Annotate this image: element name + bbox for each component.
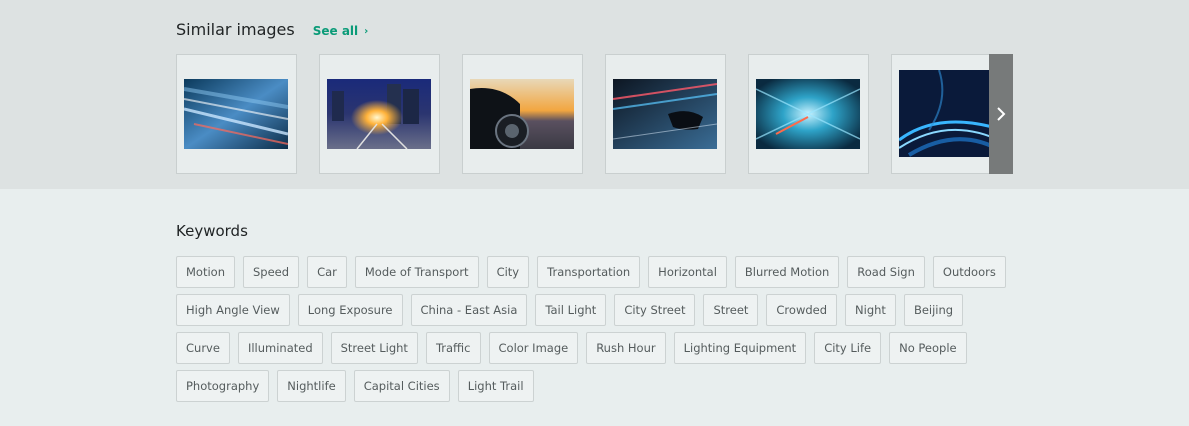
carousel-next-button[interactable]	[989, 54, 1013, 174]
keyword-chip[interactable]: Photography	[176, 370, 270, 402]
keyword-chip[interactable]: Night	[845, 294, 896, 326]
thumbnail-4[interactable]	[605, 54, 726, 174]
similar-images-header: Similar images See all ›	[176, 20, 368, 39]
keyword-chip[interactable]: City Life	[814, 332, 882, 364]
keyword-chip[interactable]: Tail Light	[535, 294, 607, 326]
highway-traffic-motion-image	[184, 79, 288, 149]
keyword-chip[interactable]: Transportation	[537, 256, 641, 288]
see-all-link[interactable]: See all ›	[313, 24, 369, 38]
thumbnail-1[interactable]	[176, 54, 297, 174]
keyword-chip[interactable]: High Angle View	[176, 294, 290, 326]
keyword-chip[interactable]: Lighting Equipment	[673, 332, 807, 364]
keyword-chip[interactable]: Light Trail	[457, 370, 534, 402]
keyword-chip[interactable]: Illuminated	[237, 332, 323, 364]
keyword-chip[interactable]: Speed	[243, 256, 300, 288]
see-all-label: See all	[312, 24, 359, 38]
keyword-chip[interactable]: Mode of Transport	[354, 256, 479, 288]
thumbnail-2[interactable]	[319, 54, 440, 174]
city-street-headlight-image	[327, 79, 431, 149]
keyword-chip[interactable]: Traffic	[425, 332, 481, 364]
keywords-title: Keywords	[176, 222, 248, 240]
keyword-chip[interactable]: Blurred Motion	[734, 256, 840, 288]
similar-images-section: Similar images See all ›	[0, 0, 1189, 189]
keyword-chip[interactable]: Street	[703, 294, 759, 326]
keyword-chip[interactable]: Road Sign	[847, 256, 925, 288]
keyword-chip[interactable]: Motion	[176, 256, 235, 288]
keyword-chip[interactable]: Crowded	[766, 294, 838, 326]
similar-images-title: Similar images	[176, 20, 295, 39]
similar-images-carousel	[176, 54, 1013, 174]
thumbnail-3[interactable]	[462, 54, 583, 174]
blue-light-trail-curve-image	[899, 70, 1003, 157]
keyword-chip[interactable]: Beijing	[903, 294, 964, 326]
keyword-chip[interactable]: Horizontal	[648, 256, 727, 288]
keyword-chip[interactable]: City	[486, 256, 530, 288]
keyword-chip[interactable]: No People	[889, 332, 967, 364]
chevron-right-icon: ›	[364, 25, 369, 37]
thumbnail-5[interactable]	[748, 54, 869, 174]
car-mirror-night-image	[613, 79, 717, 149]
keyword-chip[interactable]: Street Light	[330, 332, 418, 364]
tunnel-light-trail-image	[756, 79, 860, 149]
keyword-chip[interactable]: Long Exposure	[297, 294, 403, 326]
chevron-right-icon	[997, 107, 1006, 121]
keyword-chip[interactable]: City Street	[614, 294, 696, 326]
car-wheel-speed-image	[470, 79, 574, 149]
keyword-chip[interactable]: Capital Cities	[353, 370, 450, 402]
keyword-chip[interactable]: Rush Hour	[586, 332, 666, 364]
keywords-list: Motion Speed Car Mode of Transport City Trans…	[176, 256, 1006, 402]
keyword-chip[interactable]: China - East Asia	[410, 294, 528, 326]
keyword-chip[interactable]: Curve	[176, 332, 230, 364]
keyword-chip[interactable]: Car	[307, 256, 347, 288]
keyword-chip[interactable]: Outdoors	[932, 256, 1006, 288]
keyword-chip[interactable]: Color Image	[488, 332, 579, 364]
keyword-chip[interactable]: Nightlife	[277, 370, 346, 402]
